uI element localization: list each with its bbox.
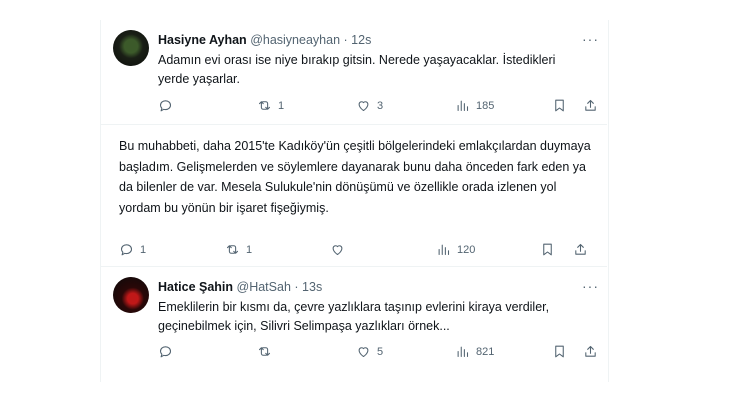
bookmark-icon <box>555 99 564 112</box>
more-options-icon[interactable]: ··· <box>582 278 599 294</box>
retweet-button[interactable]: 1 <box>257 98 284 113</box>
share-icon <box>585 345 596 357</box>
retweet-count: 1 <box>246 243 253 256</box>
heart-icon <box>358 347 369 358</box>
share-button[interactable] <box>583 98 598 113</box>
retweet-icon <box>258 101 271 110</box>
like-button[interactable]: 3 <box>356 98 383 113</box>
divider <box>100 266 607 267</box>
separator-dot: · <box>343 33 348 47</box>
tweet-header: Hatice Şahin @HatSah · 13s <box>158 280 322 294</box>
retweet-button[interactable] <box>257 344 278 359</box>
like-count: 5 <box>377 345 384 358</box>
heart-icon <box>332 245 343 256</box>
bookmark-button[interactable] <box>552 98 567 113</box>
bookmark-button[interactable] <box>552 344 567 359</box>
reply-icon <box>120 244 133 256</box>
reply-count: 1 <box>140 243 147 256</box>
heart-icon <box>358 101 369 112</box>
username[interactable]: @HatSah <box>237 280 291 294</box>
timestamp[interactable]: 13s <box>302 280 322 294</box>
bar-chart-icon <box>457 346 469 358</box>
retweet-icon <box>258 347 271 356</box>
more-options-icon[interactable]: ··· <box>582 31 599 47</box>
bar-chart-icon <box>438 244 450 256</box>
bar-chart-icon <box>457 100 469 112</box>
display-name[interactable]: Hatice Şahin <box>158 280 233 294</box>
separator-dot: · <box>294 280 299 294</box>
view-count: 821 <box>476 345 495 358</box>
views-button[interactable]: 185 <box>455 98 494 113</box>
share-button[interactable] <box>583 344 598 359</box>
reply-button[interactable] <box>158 344 179 359</box>
reply-icon <box>159 100 172 112</box>
views-button[interactable]: 120 <box>436 242 475 257</box>
bookmark-button[interactable] <box>540 242 555 257</box>
display-name[interactable]: Hasiyne Ayhan <box>158 33 247 47</box>
like-button[interactable]: 5 <box>356 344 383 359</box>
like-button[interactable] <box>330 242 351 257</box>
retweet-count: 1 <box>278 99 285 112</box>
bookmark-icon <box>543 243 552 256</box>
tweet-text: Bu muhabbeti, daha 2015'te Kadıköy'ün çe… <box>119 139 591 215</box>
tweet-header: Hasiyne Ayhan @hasiyneayhan · 12s <box>158 33 371 47</box>
share-button[interactable] <box>573 242 588 257</box>
share-icon <box>575 243 586 255</box>
avatar[interactable] <box>113 277 149 313</box>
username[interactable]: @hasiyneayhan <box>250 33 340 47</box>
avatar[interactable] <box>113 30 149 66</box>
reply-icon <box>159 346 172 358</box>
view-count: 185 <box>476 99 495 112</box>
tweet-text: Adamın evi orası ise niye bırakıp gitsin… <box>158 53 556 86</box>
views-button[interactable]: 821 <box>455 344 494 359</box>
retweet-button[interactable]: 1 <box>225 242 252 257</box>
bookmark-icon <box>555 345 564 358</box>
divider <box>100 124 607 125</box>
tweet-text: Emeklilerin bir kısmı da, çevre yazlıkla… <box>158 300 550 333</box>
like-count: 3 <box>377 99 384 112</box>
timestamp[interactable]: 12s <box>351 33 371 47</box>
view-count: 120 <box>457 243 476 256</box>
share-icon <box>585 99 596 111</box>
retweet-icon <box>226 245 239 254</box>
reply-button[interactable] <box>158 98 179 113</box>
reply-button[interactable]: 1 <box>119 242 146 257</box>
